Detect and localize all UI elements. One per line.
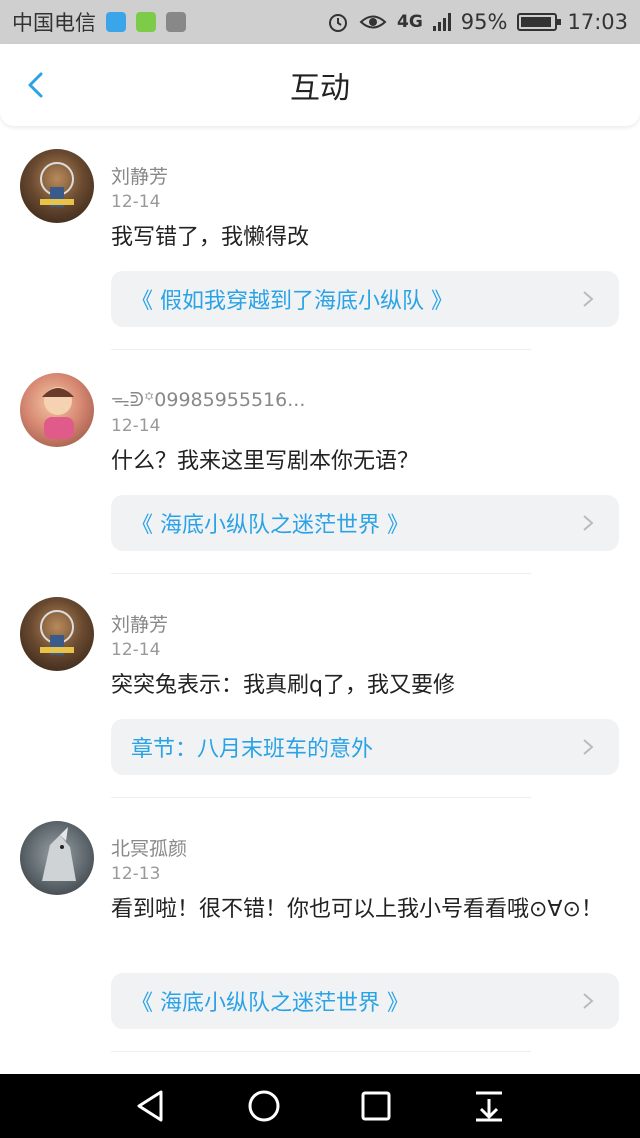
network-label: 4G	[396, 12, 423, 32]
divider	[111, 1051, 531, 1052]
user-name[interactable]: 刘静芳	[111, 610, 168, 637]
back-triangle-icon	[137, 1090, 163, 1122]
clock: 17:03	[567, 10, 628, 34]
back-chevron-icon[interactable]	[22, 70, 52, 100]
comment-text: 看到啦！很不错！你也可以上我小号看看哦⊙∀⊙！	[111, 897, 603, 922]
avatar[interactable]	[20, 821, 94, 895]
reference-title: 章节：八月末班车的意外	[131, 737, 374, 762]
battery-percent: 95%	[460, 10, 508, 34]
signal-icon	[432, 13, 451, 31]
avatar[interactable]	[20, 149, 94, 223]
user-name[interactable]: ᯓᕲ꙳09985955516...	[111, 386, 305, 412]
comment-text: 什么？我来这里写剧本你无语？	[111, 449, 420, 474]
comment-text: 我写错了，我懒得改	[111, 225, 310, 250]
comment-date: 12-14	[111, 192, 161, 212]
nav-notification-button[interactable]	[467, 1084, 511, 1128]
chevron-right-icon	[583, 993, 594, 1009]
battery-icon	[517, 13, 562, 31]
nav-home-button[interactable]	[242, 1084, 286, 1128]
alarm-icon	[328, 14, 347, 32]
chevron-right-icon	[583, 739, 594, 755]
reference-link[interactable]: 《 海底小纵队之迷茫世界 》	[111, 973, 619, 1029]
avatar-photo	[40, 610, 74, 655]
reference-link[interactable]: 《 海底小纵队之迷茫世界 》	[111, 495, 619, 551]
nav-back-button[interactable]	[129, 1084, 173, 1128]
system-nav-bar	[0, 1074, 640, 1138]
comment-date: 12-14	[111, 416, 161, 436]
reference-title: 《 海底小纵队之迷茫世界 》	[131, 991, 409, 1016]
page-title: 互动	[290, 71, 350, 106]
title-bar: 互动	[0, 44, 640, 126]
app-blue-icon	[106, 12, 126, 32]
reference-title: 《 海底小纵队之迷茫世界 》	[131, 513, 409, 538]
home-circle-icon	[248, 1090, 280, 1122]
notification-pull-icon	[475, 1091, 502, 1122]
avatar[interactable]	[20, 373, 94, 447]
avatar[interactable]	[20, 597, 94, 671]
user-name[interactable]: 北冥孤颜	[111, 834, 187, 861]
gallery-icon	[166, 12, 186, 32]
reference-title: 《 假如我穿越到了海底小纵队 》	[131, 289, 453, 314]
list-item: 刘静芳 12-14 我写错了，我懒得改 《 假如我穿越到了海底小纵队 》	[0, 126, 640, 350]
list-item: 北冥孤颜 12-13 看到啦！很不错！你也可以上我小号看看哦⊙∀⊙！ 《 海底小…	[0, 798, 640, 1052]
avatar-photo	[40, 162, 74, 207]
app-green-icon	[136, 12, 156, 32]
recents-square-icon	[361, 1091, 391, 1121]
status-bar: 中国电信 4G 95% 17:03	[0, 0, 640, 44]
chevron-right-icon	[583, 291, 594, 307]
list-item: ᯓᕲ꙳09985955516... 12-14 什么？我来这里写剧本你无语？ 《…	[0, 350, 640, 574]
avatar-cartoon	[42, 387, 74, 439]
avatar-wolf	[42, 827, 76, 881]
chevron-right-icon	[583, 515, 594, 531]
comment-date: 12-14	[111, 640, 161, 660]
comment-text: 突突兔表示：我真刷q了，我又要修	[111, 673, 455, 698]
reference-link[interactable]: 《 假如我穿越到了海底小纵队 》	[111, 271, 619, 327]
nav-recents-button[interactable]	[354, 1084, 398, 1128]
comment-date: 12-13	[111, 864, 161, 884]
eye-icon	[359, 15, 387, 29]
carrier-label: 中国电信	[12, 11, 96, 35]
reference-link[interactable]: 章节：八月末班车的意外	[111, 719, 619, 775]
list-item: 刘静芳 12-14 突突兔表示：我真刷q了，我又要修 章节：八月末班车的意外	[0, 574, 640, 798]
user-name[interactable]: 刘静芳	[111, 162, 168, 189]
